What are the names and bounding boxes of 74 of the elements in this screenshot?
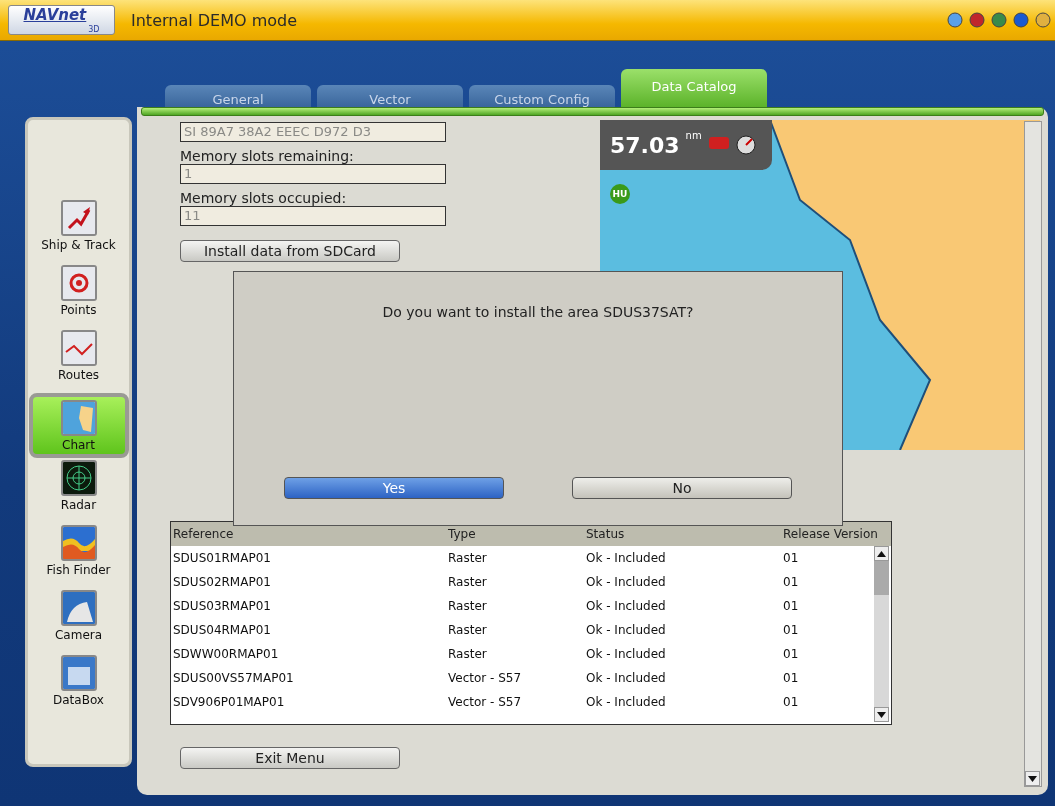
field-label: Memory slots remaining:: [180, 148, 355, 164]
table-cell-text: 01: [783, 695, 800, 709]
table-cell-text: SDWW00RMAP01: [173, 647, 280, 661]
column-header[interactable]: Reference: [173, 527, 448, 541]
table-cell-text: 01: [783, 551, 800, 565]
status-icon[interactable]: [991, 12, 1007, 28]
dialog-button[interactable]: No: [572, 477, 792, 499]
table-cell-text: Raster: [448, 623, 488, 637]
status-icon[interactable]: [1035, 12, 1051, 28]
field-label: Memory slots occupied:: [180, 190, 348, 206]
column-header[interactable]: Release Version: [783, 527, 878, 541]
table-cell-text: 01: [783, 647, 800, 661]
compass-icon: [735, 135, 756, 155]
status-icon[interactable]: [947, 12, 963, 28]
table-cell-text: SDUS04RMAP01: [173, 623, 272, 637]
scroll-thumb[interactable]: [874, 561, 889, 595]
app-icon: [60, 200, 97, 236]
sidebar-item[interactable]: Camera: [30, 588, 127, 653]
table-cell-text: SDV906P01MAP01: [173, 695, 286, 709]
distance-readout: 57.03 nm: [600, 120, 772, 170]
mode-title: Internal DEMO mode: [131, 10, 298, 30]
table-cell-text: 01: [783, 623, 800, 637]
sidebar-item[interactable]: Routes: [30, 328, 127, 393]
table-cell-text: Ok - Included: [586, 551, 667, 565]
table-cell-text: Ok - Included: [586, 647, 667, 661]
logo-subtext: 3D: [88, 25, 100, 34]
status-icon[interactable]: [1013, 12, 1029, 28]
table-cell-text: 01: [783, 599, 800, 613]
exit-button[interactable]: Exit Menu: [180, 747, 400, 769]
status-icon[interactable]: [969, 12, 985, 28]
app-icon: [60, 655, 97, 691]
sidebar-item[interactable]: Points: [30, 263, 127, 328]
install-button[interactable]: Install data from SDCard: [180, 240, 400, 262]
table-cell-text: Ok - Included: [586, 695, 667, 709]
sidebar-item[interactable]: Fish Finder: [30, 523, 127, 588]
table-cell-text: Raster: [448, 647, 488, 661]
table-cell-text: Raster: [448, 599, 488, 613]
dialog-message: Do you want to install the area SDUS37SAT?: [382, 304, 694, 320]
table-cell-text: 01: [783, 671, 800, 685]
logo-text: NAVnet: [23, 6, 87, 24]
app-icon: [60, 590, 97, 626]
tab[interactable]: General: [165, 85, 311, 107]
tab[interactable]: Custom Config: [469, 85, 615, 107]
sidebar-item[interactable]: DataBox: [30, 653, 127, 718]
table-cell-text: SDUS01RMAP01: [173, 551, 272, 565]
table-cell-text: Ok - Included: [586, 623, 667, 637]
down-arrow-icon[interactable]: [877, 711, 886, 718]
sidebar-item[interactable]: Chart: [28, 393, 129, 458]
table-cell-text: Ok - Included: [586, 671, 667, 685]
table-cell-text: Ok - Included: [586, 599, 667, 613]
scrollbar[interactable]: [874, 546, 889, 722]
dialog-button[interactable]: Yes: [284, 477, 504, 499]
app-icon: [60, 399, 97, 436]
column-header[interactable]: Status: [586, 527, 783, 541]
app-icon: [60, 460, 97, 496]
table-cell-text: SDUS00VS57MAP01: [173, 671, 295, 685]
table-cell-text: 01: [783, 575, 800, 589]
panel-scrollbar[interactable]: [1024, 121, 1042, 787]
table-cell-text: Raster: [448, 551, 488, 565]
table-cell-text: Raster: [448, 575, 488, 589]
table-cell-text: Vector - S57: [448, 671, 523, 685]
table-cell-text: SDUS02RMAP01: [173, 575, 272, 589]
table-cell-text: SDUS03RMAP01: [173, 599, 272, 613]
column-header[interactable]: Type: [448, 527, 586, 541]
app-icon: [60, 330, 97, 366]
table-cell-text: Vector - S57: [448, 695, 523, 709]
app-icon: [60, 525, 97, 561]
tab[interactable]: Vector: [317, 85, 463, 107]
sidebar-item[interactable]: Radar: [30, 458, 127, 523]
sidebar-item[interactable]: Ship & Track: [30, 198, 127, 263]
table-cell-text: Ok - Included: [586, 575, 667, 589]
down-arrow-icon[interactable]: [1028, 775, 1037, 782]
up-arrow-icon[interactable]: [877, 550, 886, 557]
app-icon: [60, 265, 97, 301]
